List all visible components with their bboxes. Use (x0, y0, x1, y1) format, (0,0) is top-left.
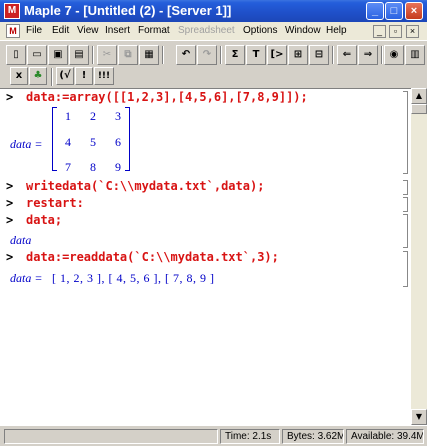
output-text: data (10, 233, 32, 247)
status-available: Available: 39.4M (346, 429, 424, 444)
close-button[interactable]: × (405, 2, 423, 20)
menu-bar: M File Edit View Insert Format Spreadshe… (0, 22, 427, 41)
execution-group-bracket[interactable] (403, 91, 408, 174)
input-prompt: > (6, 250, 14, 264)
scroll-thumb[interactable] (411, 104, 427, 114)
execute-all-icon[interactable]: !!! (94, 67, 114, 85)
collapse-section-icon[interactable]: ⊟ (309, 45, 329, 65)
menu-options[interactable]: Options (243, 25, 277, 36)
output-label: data = (10, 137, 43, 151)
save-icon[interactable]: ▣ (48, 45, 68, 65)
execution-group-bracket[interactable] (403, 180, 408, 195)
sum-icon[interactable]: Σ (225, 45, 245, 65)
menu-view[interactable]: View (77, 25, 99, 36)
execute-icon[interactable]: ! (75, 67, 93, 85)
menu-format[interactable]: Format (138, 25, 170, 36)
back-icon[interactable]: ⇐ (337, 45, 357, 65)
maximize-button[interactable]: □ (385, 2, 403, 20)
input-prompt: > (6, 196, 14, 210)
execution-group-bracket[interactable] (403, 251, 408, 287)
new-file-icon[interactable]: ▯ (6, 45, 26, 65)
menu-window[interactable]: Window (285, 25, 321, 36)
status-time: Time: 2.1s (220, 429, 280, 444)
menu-edit[interactable]: Edit (52, 25, 69, 36)
input-prompt: > (6, 90, 14, 104)
menu-help[interactable]: Help (326, 25, 347, 36)
print-icon[interactable]: ▤ (69, 45, 89, 65)
minimize-button[interactable]: _ (366, 2, 384, 20)
toolbar-separator (92, 46, 94, 64)
main-toolbar: ▯ ▭ ▣ ▤ ✂ ⧉ ▦ ↶ ↷ Σ T [> ⊞ ⊟ ⇐ ⇒ ◉ ▥ (0, 42, 427, 66)
toolbar-separator (381, 46, 383, 64)
math-mode-icon[interactable]: x (10, 67, 28, 85)
document-menu-icon[interactable]: M (6, 24, 20, 38)
redo-icon[interactable]: ↷ (197, 45, 217, 65)
output-label: data = (10, 271, 43, 285)
undo-icon[interactable]: ↶ (176, 45, 196, 65)
maple-input-icon[interactable]: ♣ (29, 67, 47, 85)
symbolic-icon[interactable]: (√ (56, 67, 74, 85)
matrix-left-bracket (52, 107, 57, 171)
list-output: [ 1, 2, 3 ], [ 4, 5, 6 ], [ 7, 8, 9 ] (52, 271, 215, 285)
status-bar: Time: 2.1s Bytes: 3.62M Available: 39.4M (0, 425, 427, 446)
open-file-icon[interactable]: ▭ (27, 45, 47, 65)
text-icon[interactable]: T (246, 45, 266, 65)
forward-icon[interactable]: ⇒ (358, 45, 378, 65)
toolbar-separator (162, 46, 164, 64)
matrix-cell: 8 (90, 160, 96, 174)
cut-icon[interactable]: ✂ (97, 45, 117, 65)
window-title: Maple 7 - [Untitled (2) - [Server 1]] (24, 3, 232, 18)
input-prompt: > (6, 213, 14, 227)
vertical-scrollbar[interactable]: ▲ ▼ (411, 88, 427, 425)
matrix-cell: 7 (65, 160, 71, 174)
scroll-up-icon[interactable]: ▲ (411, 88, 427, 104)
worksheet[interactable]: > data:=array([[1,2,3],[4,5,6],[7,8,9]])… (0, 88, 411, 425)
execution-group-bracket[interactable] (403, 197, 408, 212)
status-bytes: Bytes: 3.62M (282, 429, 344, 444)
execution-group-bracket[interactable] (403, 214, 408, 248)
doc-restore-button[interactable]: ▫ (389, 25, 402, 38)
command-input[interactable]: restart: (26, 196, 84, 210)
expand-section-icon[interactable]: ⊞ (288, 45, 308, 65)
doc-close-button[interactable]: × (406, 25, 419, 38)
paste-icon[interactable]: ▦ (139, 45, 159, 65)
matrix-right-bracket (125, 107, 130, 171)
toolbar-separator (51, 68, 53, 86)
status-message (4, 429, 218, 444)
toolbar-separator (220, 46, 222, 64)
copy-icon[interactable]: ⧉ (118, 45, 138, 65)
stop-icon[interactable]: ◉ (384, 45, 404, 65)
matrix-cell: 4 (65, 135, 71, 149)
context-toolbar: x ♣ (√ ! !!! (0, 66, 427, 88)
command-input[interactable]: data; (26, 213, 62, 227)
matrix-cell: 5 (90, 135, 96, 149)
matrix-cell: 1 (65, 109, 71, 123)
restart-icon[interactable]: ▥ (405, 45, 425, 65)
scroll-down-icon[interactable]: ▼ (411, 409, 427, 425)
menu-file[interactable]: File (26, 25, 42, 36)
input-icon[interactable]: [> (267, 45, 287, 65)
doc-minimize-button[interactable]: _ (373, 25, 386, 38)
maple-leaf-icon[interactable]: M (4, 3, 20, 19)
menu-insert[interactable]: Insert (105, 25, 130, 36)
command-input[interactable]: data:=readdata(`C:\\mydata.txt`,3); (26, 250, 279, 264)
title-bar[interactable]: M Maple 7 - [Untitled (2) - [Server 1]] … (0, 0, 427, 22)
menu-spreadsheet[interactable]: Spreadsheet (178, 25, 235, 36)
matrix-cell: 2 (90, 109, 96, 123)
command-input[interactable]: writedata(`C:\\mydata.txt`,data); (26, 179, 264, 193)
command-input[interactable]: data:=array([[1,2,3],[4,5,6],[7,8,9]]); (26, 90, 308, 104)
toolbar-separator (332, 46, 334, 64)
input-prompt: > (6, 179, 14, 193)
